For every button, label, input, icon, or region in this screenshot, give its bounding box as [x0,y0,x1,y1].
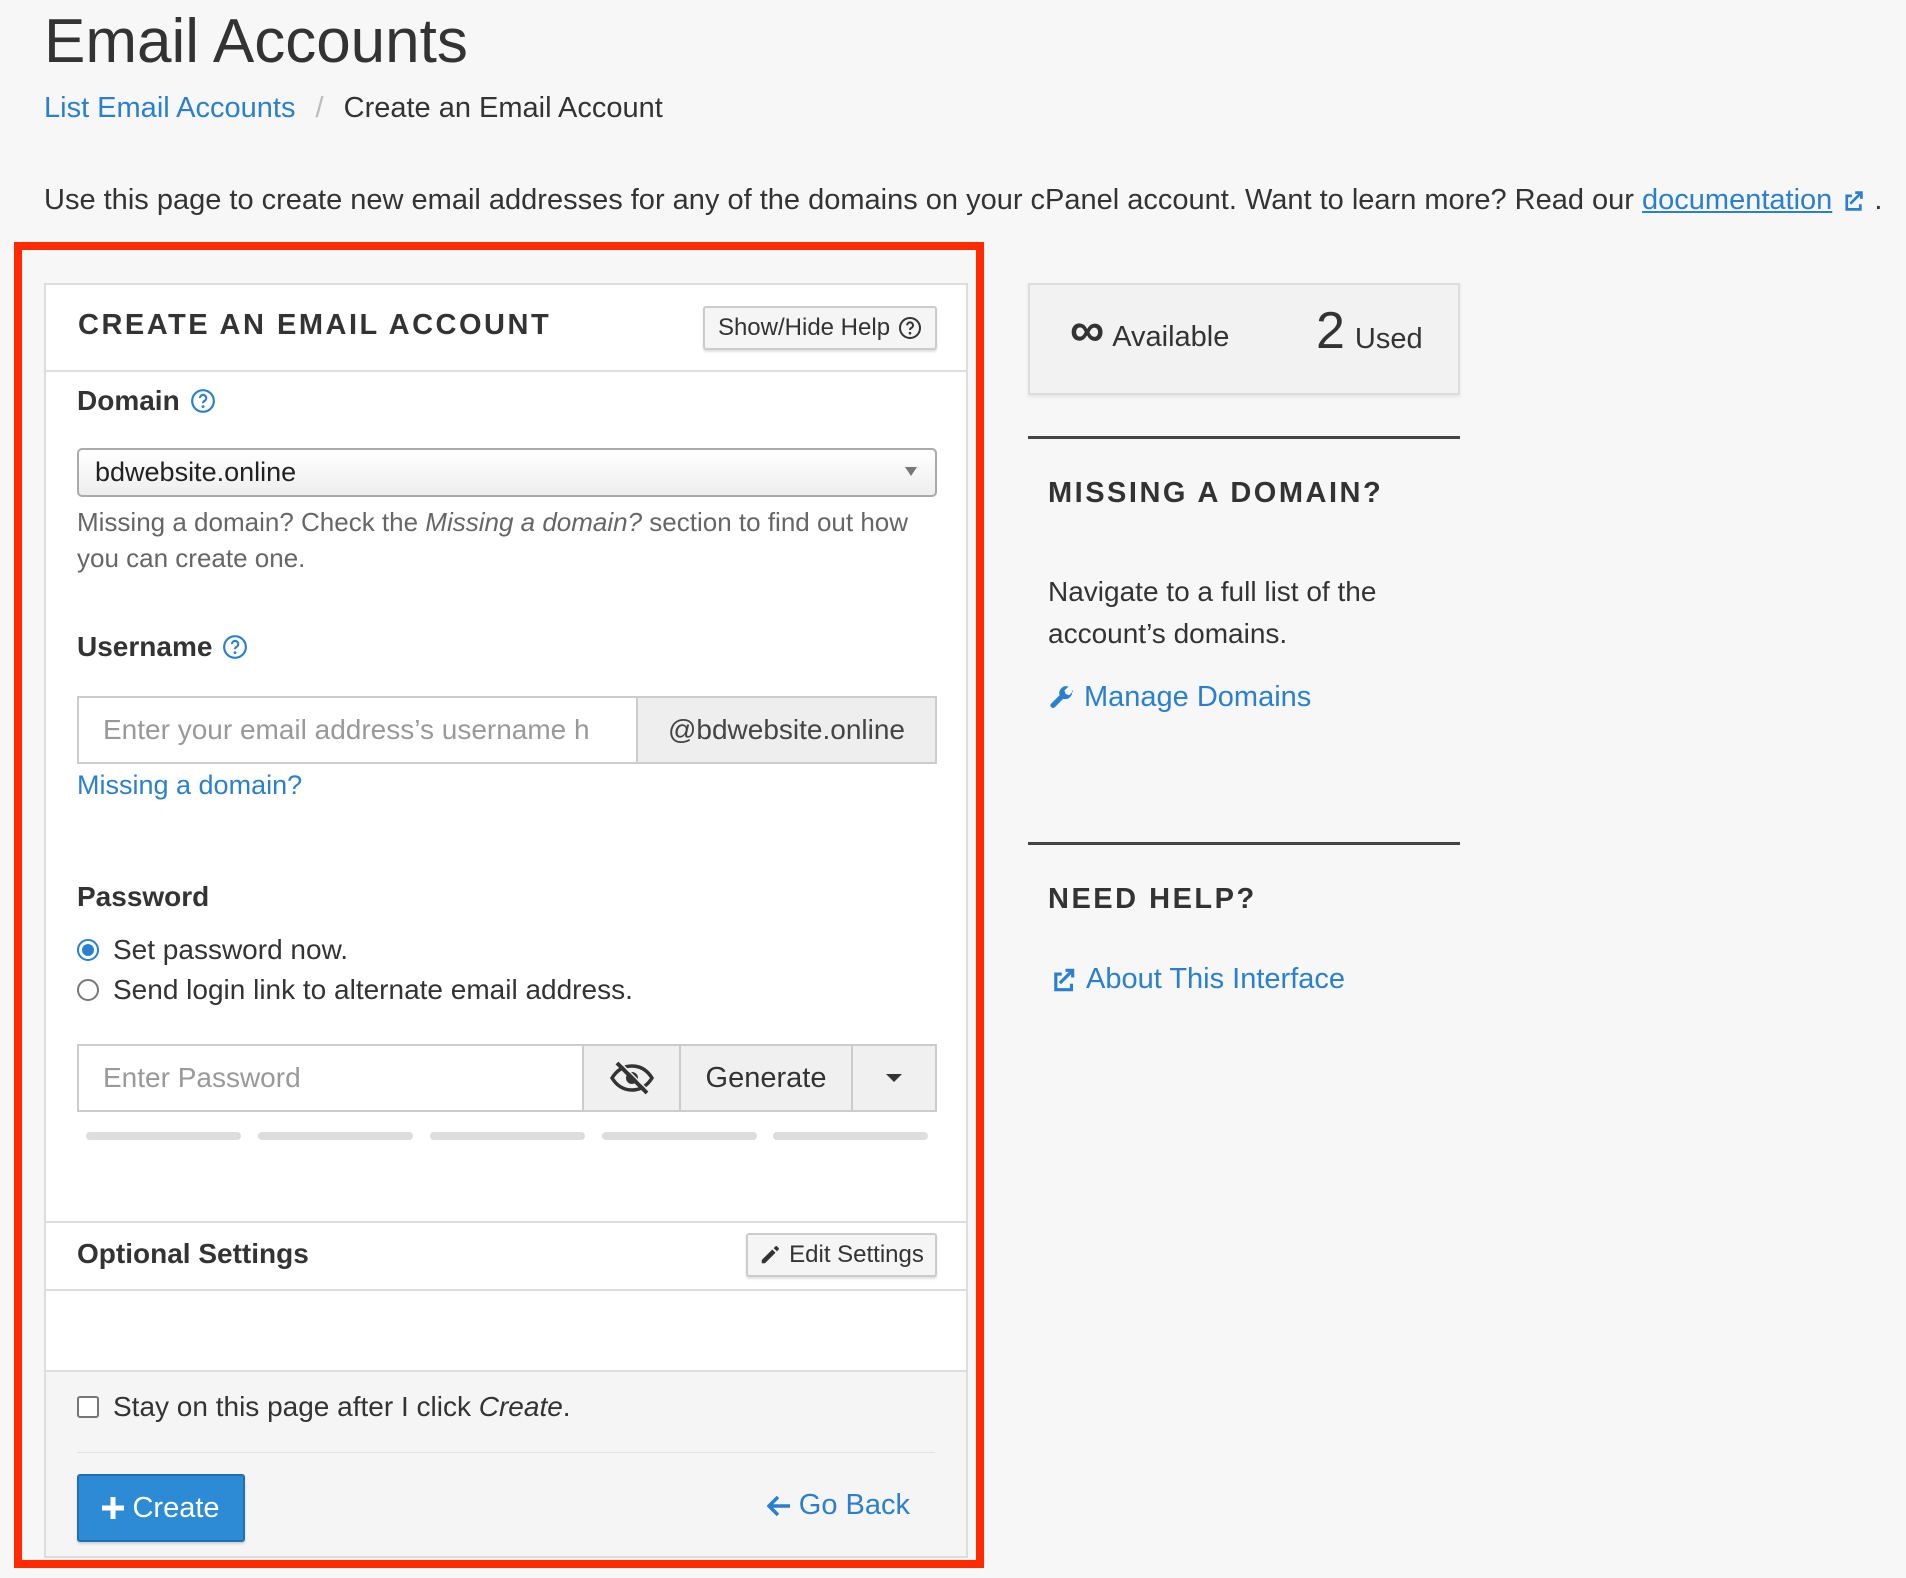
password-label: Password [77,881,209,913]
breadcrumb-list-email-accounts[interactable]: List Email Accounts [44,92,295,124]
email-usage-stats: ∞ Available 2 Used [1028,283,1460,395]
stat-used: 2 Used [1316,305,1423,357]
pencil-icon [761,1246,780,1264]
breadcrumb-separator: / [315,92,324,124]
plus-icon [102,1497,125,1519]
domain-selected-value: bdwebsite.online [95,457,297,487]
go-back-label: Go Back [798,1489,910,1521]
intro-suffix: . [1874,184,1883,216]
stat-used-label: Used [1354,323,1423,355]
form-footer: Stay on this page after I click Create. … [46,1370,966,1556]
generate-password-button[interactable]: Generate [681,1044,853,1112]
domain-help-em: Missing a domain? [425,507,643,537]
breadcrumb: List Email Accounts / Create an Email Ac… [44,92,663,125]
missing-domain-text: Navigate to a full list of the account’s… [1048,576,1377,649]
missing-domain-title: MISSING A DOMAIN? [1048,477,1384,509]
optional-settings-header: Optional Settings Edit Settings [46,1221,966,1291]
show-hide-help-button[interactable]: Show/Hide Help [703,306,937,350]
password-strength-segment-5 [773,1132,928,1140]
domain-help-icon[interactable] [190,388,216,414]
create-email-card: CREATE AN EMAIL ACCOUNT Show/Hide Help D… [44,283,968,1558]
edit-settings-button[interactable]: Edit Settings [746,1233,937,1277]
show-hide-help-label: Show/Hide Help [717,314,891,341]
username-input[interactable]: Enter your email address’s username h [77,696,638,764]
edit-settings-label: Edit Settings [789,1241,924,1268]
breadcrumb-current: Create an Email Account [343,92,663,124]
radio-set-password-input[interactable] [77,939,99,961]
username-label: Username [77,631,248,663]
username-placeholder: Enter your email address’s username h [103,714,590,745]
stay-on-page-label: Stay on this page after I click Create. [113,1391,571,1423]
password-label-text: Password [77,881,210,912]
card-title: CREATE AN EMAIL ACCOUNT [78,309,552,341]
need-help-section: NEED HELP? About This Interface [1028,842,1460,1045]
about-interface-link[interactable]: About This Interface [1048,963,1345,996]
password-input-group: Enter Password Generate [77,1044,937,1112]
password-strength-segment-3 [430,1132,585,1140]
password-strength-segment-1 [86,1132,241,1140]
username-domain-suffix: @bdwebsite.online [638,696,937,764]
missing-domain-link[interactable]: Missing a domain? [77,770,302,801]
caret-down-icon [886,1074,902,1082]
optional-settings-title: Optional Settings [77,1238,309,1269]
username-label-text: Username [77,631,213,662]
stat-used-count: 2 [1316,302,1345,360]
username-help-icon[interactable] [222,634,248,660]
stay-on-page-checkbox[interactable] [77,1396,99,1418]
generate-options-dropdown[interactable] [853,1044,937,1112]
missing-domain-section: MISSING A DOMAIN? Navigate to a full lis… [1028,436,1460,839]
question-circle-icon [899,317,922,339]
card-header: CREATE AN EMAIL ACCOUNT Show/Hide Help [46,285,966,372]
radio-send-login-input[interactable] [77,979,99,1001]
domain-select[interactable]: bdwebsite.online [77,448,937,497]
domain-help-text: Missing a domain? Check the Missing a do… [77,504,947,576]
go-back-link[interactable]: Go Back [766,1489,910,1522]
radio-set-password-now[interactable]: Set password now. [77,934,348,966]
chevron-down-icon [905,467,917,476]
manage-domains-label: Manage Domains [1084,681,1312,713]
external-link-icon[interactable] [1840,188,1866,214]
password-strength-segment-2 [258,1132,413,1140]
wrench-icon [1050,685,1074,708]
domain-help-prefix: Missing a domain? Check the [77,507,426,537]
eye-slash-icon [609,1061,654,1095]
external-link-icon [1054,968,1075,991]
stay-label-prefix: Stay on this page after I click [113,1391,479,1422]
infinity-icon: ∞ [1070,304,1105,357]
stay-on-page-option[interactable]: Stay on this page after I click Create. [77,1391,571,1423]
stay-label-em: Create [478,1391,563,1422]
need-help-title: NEED HELP? [1048,883,1257,915]
page-title: Email Accounts [44,7,468,76]
arrow-left-icon [766,1495,790,1516]
documentation-link[interactable]: documentation [1642,184,1832,216]
footer-divider [77,1452,935,1453]
password-input[interactable]: Enter Password [77,1044,584,1112]
domain-label: Domain [77,385,216,417]
stat-available: ∞ Available [1070,304,1230,357]
stat-available-label: Available [1112,321,1230,353]
radio-send-login-label: Send login link to alternate email addre… [113,974,633,1005]
about-interface-label: About This Interface [1086,963,1346,995]
radio-set-password-label: Set password now. [113,934,349,965]
stay-label-suffix: . [562,1391,571,1422]
intro-text: Use this page to create new email addres… [44,184,1882,217]
radio-send-login-link[interactable]: Send login link to alternate email addre… [77,974,633,1006]
intro-body: Use this page to create new email addres… [44,184,1634,216]
username-input-group: Enter your email address’s username h @b… [77,696,937,764]
create-button[interactable]: Create [77,1474,245,1542]
password-strength-segment-4 [602,1132,757,1140]
toggle-password-visibility-button[interactable] [584,1044,681,1112]
manage-domains-link[interactable]: Manage Domains [1048,681,1311,714]
password-placeholder: Enter Password [103,1062,301,1093]
domain-label-text: Domain [77,385,180,416]
create-button-label: Create [132,1491,220,1524]
